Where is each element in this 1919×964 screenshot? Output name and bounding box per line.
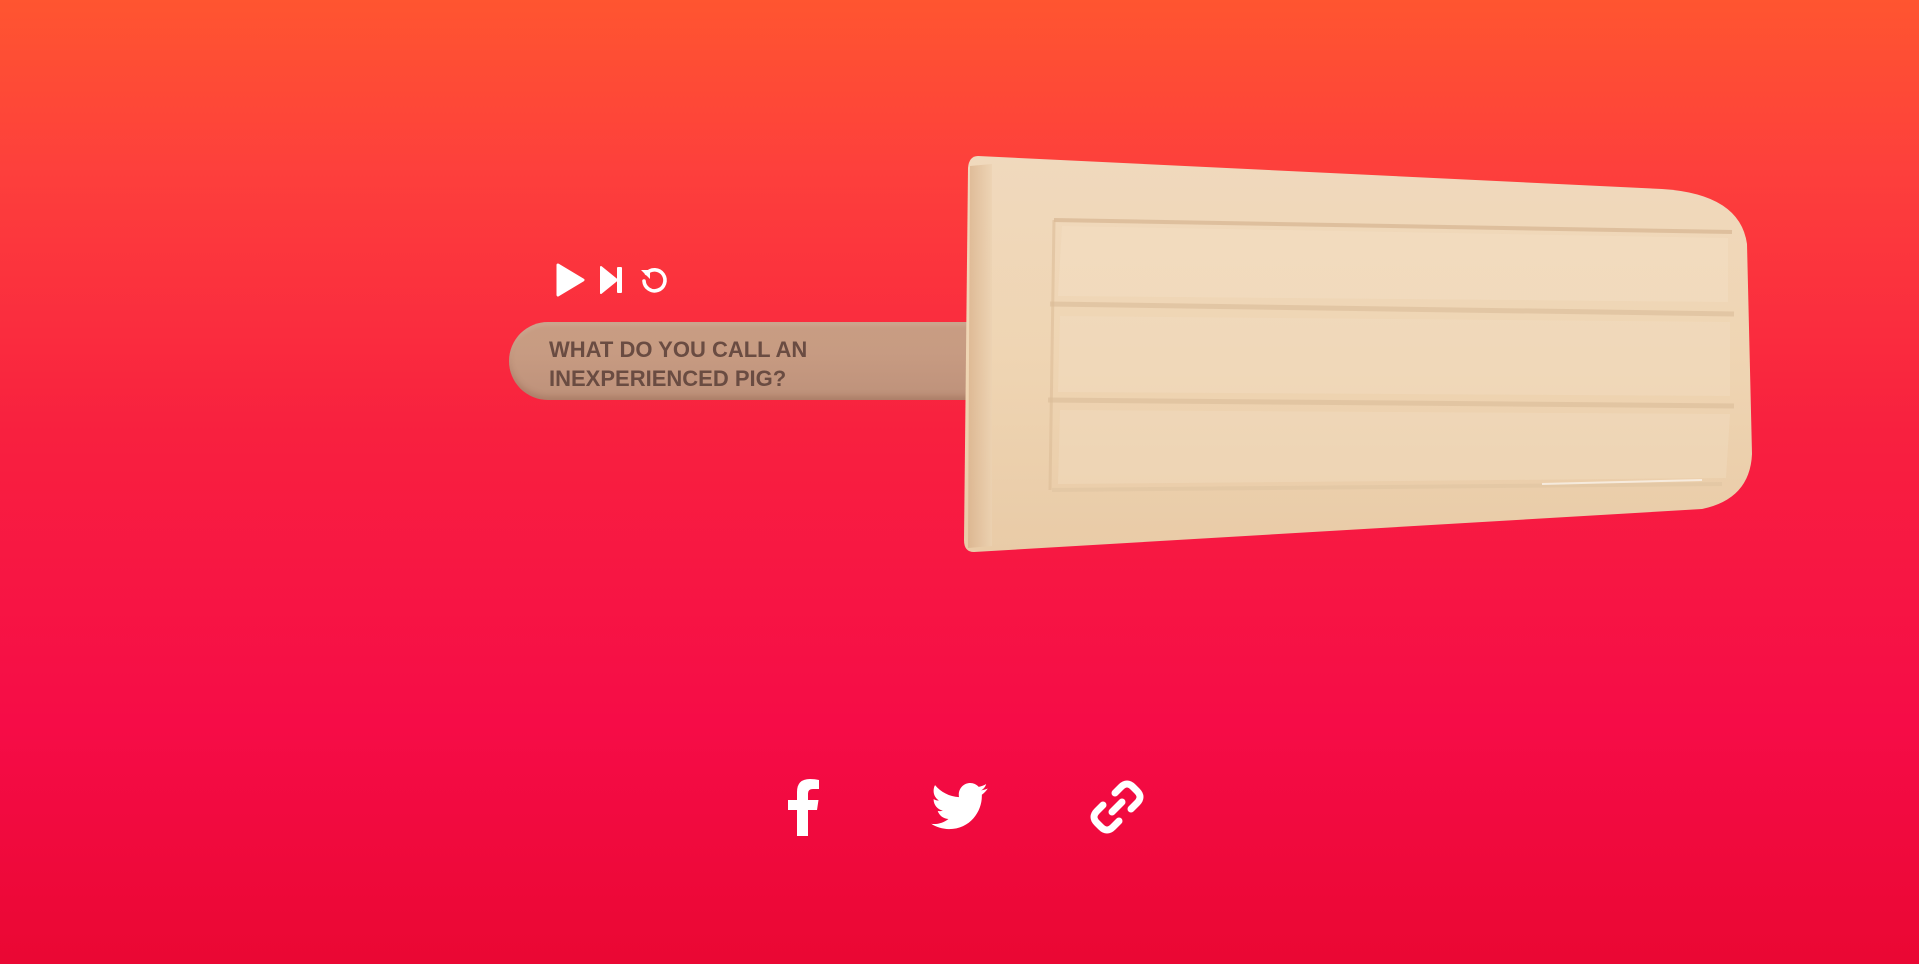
twitter-share-button[interactable]	[928, 775, 992, 839]
twitter-icon	[931, 783, 988, 830]
popsicle-ice-image	[964, 156, 1752, 552]
link-icon	[1090, 780, 1144, 834]
facebook-icon	[788, 779, 819, 836]
copy-link-button[interactable]	[1085, 775, 1149, 839]
joke-question: WHAT DO YOU CALL AN INEXPERIENCED PIG?	[549, 335, 849, 393]
share-bar	[0, 775, 1919, 839]
popsicle-ice	[962, 154, 1757, 554]
facebook-share-button[interactable]	[771, 775, 835, 839]
joke-line: INEXPERIENCED PIG?	[549, 366, 787, 391]
popsicle-stick: WHAT DO YOU CALL AN INEXPERIENCED PIG?	[509, 322, 979, 400]
popsicle: WHAT DO YOU CALL AN INEXPERIENCED PIG?	[509, 154, 1757, 554]
joke-line: WHAT DO YOU CALL AN	[549, 337, 808, 362]
